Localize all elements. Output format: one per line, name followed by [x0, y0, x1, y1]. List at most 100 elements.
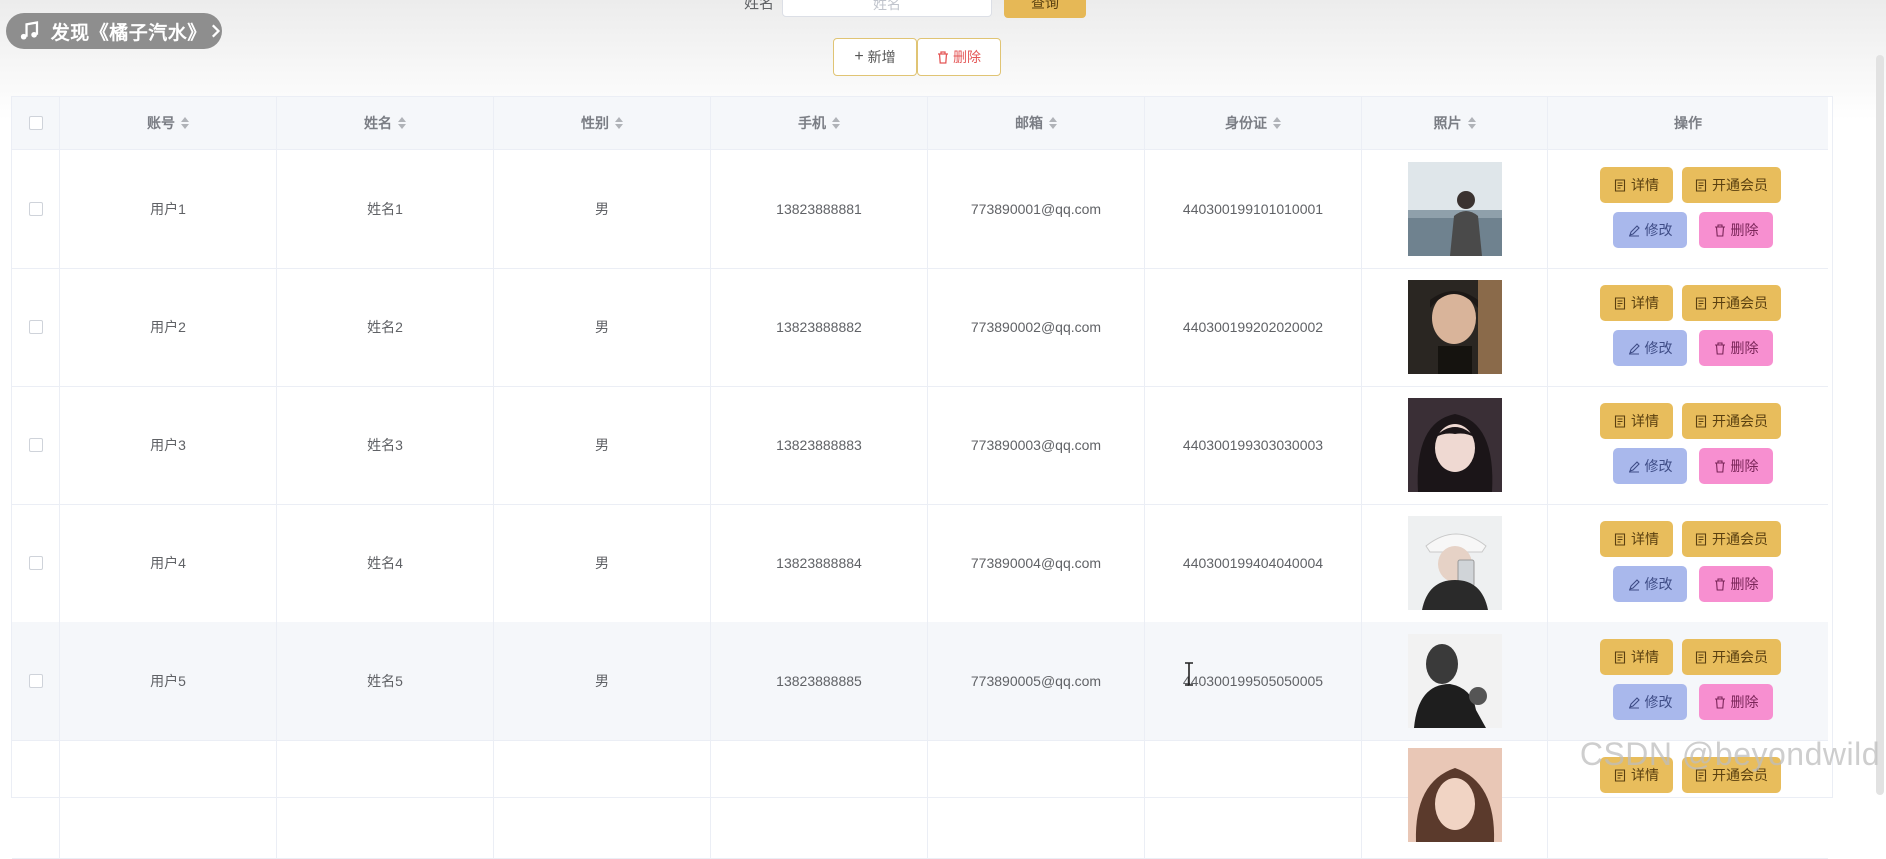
edit-button[interactable]: 修改	[1613, 684, 1687, 720]
table-row: 用户4 姓名4 男 13823888884 773890004@qq.com 4…	[12, 504, 1828, 623]
vip-label: 开通会员	[1712, 295, 1768, 311]
column-header-id-card[interactable]: 身份证	[1145, 97, 1362, 149]
cell-name: 姓名2	[277, 268, 494, 386]
cell-email: 773890003@qq.com	[928, 386, 1145, 504]
row-select-cell	[12, 622, 60, 740]
table-header: 账号 姓名 性别 手机 邮箱 身份证 照片 操作	[12, 97, 1828, 150]
music-note-icon	[20, 21, 39, 40]
bulk-delete-button[interactable]: 删除	[917, 38, 1001, 76]
delete-button[interactable]: 删除	[1699, 566, 1773, 602]
row-checkbox[interactable]	[28, 202, 43, 216]
vip-label: 开通会员	[1712, 413, 1768, 429]
column-header-phone[interactable]: 手机	[711, 97, 928, 149]
select-all-checkbox[interactable]	[28, 116, 43, 130]
search-input[interactable]: 姓名	[782, 0, 992, 17]
table-row: 用户2 姓名2 男 13823888882 773890002@qq.com 4…	[12, 268, 1828, 387]
cell-gender: 男	[494, 504, 711, 622]
detail-button[interactable]: 详情	[1600, 521, 1673, 557]
vip-button[interactable]: 开通会员	[1682, 521, 1781, 557]
detail-button[interactable]: 详情	[1600, 167, 1673, 203]
cell-account: 用户3	[60, 386, 277, 504]
user-photo[interactable]	[1407, 748, 1502, 842]
row-select-cell	[12, 150, 60, 268]
column-header-actions: 操作	[1548, 97, 1828, 149]
sort-icon[interactable]	[615, 117, 623, 129]
cell-name: 姓名1	[277, 150, 494, 268]
user-photo[interactable]	[1407, 280, 1502, 374]
edit-button[interactable]: 修改	[1613, 566, 1687, 602]
column-header-photo[interactable]: 照片	[1362, 97, 1548, 149]
vip-button[interactable]: 开通会员	[1682, 285, 1781, 321]
user-photo[interactable]	[1407, 516, 1502, 610]
sort-icon[interactable]	[1467, 117, 1476, 129]
column-header-name[interactable]: 姓名	[277, 97, 494, 149]
edit-label: 修改	[1644, 340, 1673, 356]
sort-icon[interactable]	[1273, 117, 1281, 129]
document-icon	[1614, 532, 1626, 546]
cell-phone	[711, 740, 928, 858]
column-header-email[interactable]: 邮箱	[928, 97, 1145, 149]
delete-button[interactable]: 删除	[1699, 448, 1773, 484]
detail-button[interactable]: 详情	[1600, 639, 1673, 675]
column-header-account[interactable]: 账号	[60, 97, 277, 149]
row-select-cell	[12, 504, 60, 622]
edit-button[interactable]: 修改	[1613, 212, 1687, 248]
column-title: 照片	[1433, 115, 1462, 131]
vip-label: 开通会员	[1712, 531, 1768, 547]
sort-icon[interactable]	[832, 117, 840, 129]
delete-button[interactable]: 删除	[1699, 212, 1773, 248]
user-photo[interactable]	[1407, 398, 1502, 492]
cell-account: 用户5	[60, 622, 277, 740]
document-icon	[1614, 650, 1626, 664]
delete-button[interactable]: 删除	[1699, 684, 1773, 720]
pencil-icon	[1628, 696, 1640, 709]
cell-account: 用户2	[60, 268, 277, 386]
cell-id-card: 440300199505050005	[1145, 622, 1362, 740]
document-icon	[1614, 414, 1626, 428]
cell-photo	[1362, 268, 1548, 386]
document-icon	[1695, 296, 1707, 310]
user-photo[interactable]	[1407, 162, 1502, 256]
vip-button[interactable]: 开通会员	[1682, 403, 1781, 439]
cell-actions: 详情 开通会员 修改 删除	[1548, 386, 1828, 504]
edit-button[interactable]: 修改	[1613, 330, 1687, 366]
cell-id-card: 440300199101010001	[1145, 150, 1362, 268]
cell-account	[60, 740, 277, 858]
detail-button[interactable]: 详情	[1600, 285, 1673, 321]
delete-button[interactable]: 删除	[1699, 330, 1773, 366]
vip-button[interactable]: 开通会员	[1682, 639, 1781, 675]
column-title: 性别	[581, 115, 609, 131]
bulk-delete-label: 删除	[953, 49, 981, 65]
delete-label: 删除	[1730, 340, 1759, 356]
music-notification[interactable]: 发现《橘子汽水》	[6, 13, 222, 49]
table-row: 用户1 姓名1 男 13823888881 773890001@qq.com 4…	[12, 150, 1828, 269]
edit-button[interactable]: 修改	[1613, 448, 1687, 484]
sort-icon[interactable]	[181, 117, 189, 129]
page-scrollbar[interactable]	[1876, 55, 1884, 795]
table-row: 详情 开通会员	[12, 740, 1828, 859]
add-button[interactable]: + 新增	[833, 38, 917, 76]
user-photo[interactable]	[1407, 634, 1502, 728]
select-all-cell	[12, 97, 60, 149]
users-table: 账号 姓名 性别 手机 邮箱 身份证 照片 操作 用户1 姓名1 男 13823…	[11, 96, 1833, 859]
cell-id-card: 440300199404040004	[1145, 504, 1362, 622]
pencil-icon	[1628, 224, 1640, 237]
row-checkbox[interactable]	[28, 320, 43, 334]
pencil-icon	[1628, 578, 1640, 591]
cell-actions: 详情 开通会员 修改 删除	[1548, 622, 1828, 740]
cell-phone: 13823888883	[711, 386, 928, 504]
row-checkbox[interactable]	[28, 438, 43, 452]
vip-button[interactable]: 开通会员	[1682, 167, 1781, 203]
row-checkbox[interactable]	[28, 556, 43, 570]
edit-label: 修改	[1644, 694, 1673, 710]
sort-icon[interactable]	[398, 117, 406, 129]
cell-account: 用户1	[60, 150, 277, 268]
table-row: 用户3 姓名3 男 13823888883 773890003@qq.com 4…	[12, 386, 1828, 505]
plus-icon: +	[854, 48, 864, 65]
sort-icon[interactable]	[1049, 117, 1057, 129]
column-header-gender[interactable]: 性别	[494, 97, 711, 149]
cell-gender: 男	[494, 622, 711, 740]
row-checkbox[interactable]	[28, 674, 43, 688]
detail-button[interactable]: 详情	[1600, 403, 1673, 439]
search-button[interactable]: 查询	[1004, 0, 1086, 18]
